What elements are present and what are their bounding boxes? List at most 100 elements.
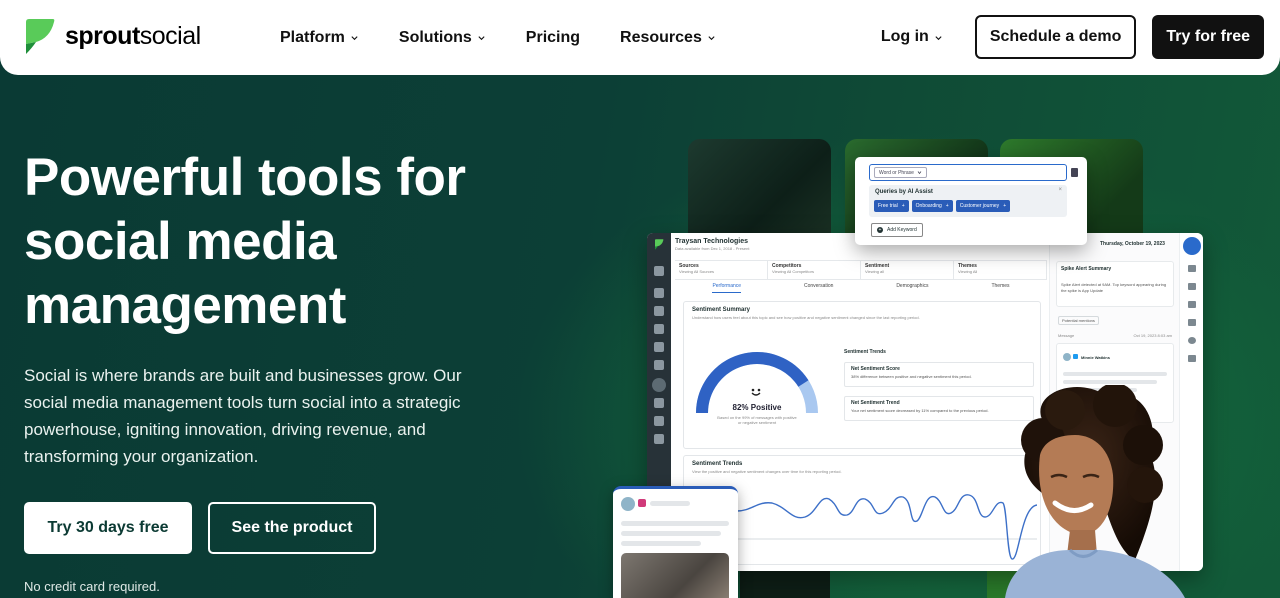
chevron-down-icon (478, 36, 485, 41)
dashboard-title: Traysan Technologies (675, 238, 749, 245)
login-label: Log in (880, 28, 929, 45)
tag-label: Onboarding (915, 203, 942, 209)
tab-performance[interactable]: Performance (712, 283, 742, 293)
mentions-filter[interactable]: Potential mentions (1058, 316, 1099, 325)
filter-sentiment[interactable]: Sentiment Viewing all (861, 261, 954, 279)
tab-demographics[interactable]: Demographics (896, 283, 928, 293)
filter-value: Viewing All (958, 269, 978, 274)
compose-icon[interactable] (1183, 237, 1201, 255)
chevron-down-icon (917, 171, 922, 175)
message-date: Oct 19, 2023 8:03 am (1133, 333, 1172, 338)
net-score-desc: 38% difference between positive and nega… (851, 374, 972, 379)
instagram-icon (638, 499, 646, 507)
login-link[interactable]: Log in (881, 28, 943, 46)
hero-title-line: management (24, 276, 346, 335)
hero-cta-row: Try 30 days free See the product (24, 502, 376, 554)
schedule-demo-button[interactable]: Schedule a demo (974, 15, 1137, 59)
nav-pricing[interactable]: Pricing (526, 29, 580, 47)
query-tag[interactable]: Onboarding + (911, 200, 953, 212)
twitter-icon (1073, 354, 1078, 359)
tab-themes[interactable]: Themes (991, 283, 1009, 293)
try-30-days-button[interactable]: Try 30 days free (24, 502, 192, 554)
filter-sources[interactable]: Sources Viewing All Sources (675, 261, 768, 279)
message-header: Message Oct 19, 2023 8:03 am (1058, 333, 1172, 338)
site-header: sproutsocial Platform Solutions Pricing … (0, 0, 1280, 75)
cloud-icon (654, 416, 664, 426)
dashboard-subtitle: Data available from Dec 1, 2018 - Presen… (675, 246, 750, 251)
plus-box-icon[interactable] (1188, 319, 1196, 326)
text-placeholder (621, 521, 729, 526)
post-image (621, 553, 729, 598)
tab-conversation[interactable]: Conversation (804, 283, 833, 293)
alert-icon[interactable] (1188, 265, 1196, 272)
folder-icon (654, 266, 664, 276)
dashboard-tabs: Performance Conversation Demographics Th… (681, 283, 1041, 293)
query-tag[interactable]: Customer journey + (955, 200, 1011, 212)
inbox-icon (654, 306, 664, 316)
compass-icon (654, 288, 664, 298)
nav-solutions[interactable]: Solutions (399, 29, 486, 47)
plus-icon: + (1003, 203, 1007, 209)
smile-icon (751, 388, 761, 396)
hero-title-line: Powerful tools for (24, 148, 466, 207)
text-placeholder (1063, 372, 1167, 376)
ai-assist-popup: Word or Phrase Queries by AI Assist × Fr… (855, 157, 1087, 245)
avatar (621, 497, 635, 511)
flag-icon[interactable] (1188, 283, 1196, 290)
plus-icon: + (901, 203, 905, 209)
panel-date: Thursday, October 19, 2023 (1100, 241, 1165, 247)
text-placeholder (621, 541, 701, 546)
sprout-leaf-icon (654, 239, 664, 250)
sprout-leaf-icon (26, 19, 55, 54)
hero-title-line: social media (24, 212, 337, 271)
add-keyword-label: Add Keyword (887, 227, 917, 233)
text-placeholder (650, 501, 690, 506)
avatar (1063, 353, 1071, 361)
analytics-icon (654, 398, 664, 408)
plus-icon: + (945, 203, 949, 209)
main-nav: Platform Solutions Pricing Resources (280, 0, 756, 75)
woman-photo (1005, 385, 1185, 598)
card-title: Sentiment Trends (692, 461, 743, 467)
match-type-select[interactable]: Word or Phrase (874, 167, 927, 178)
help-icon[interactable] (1188, 337, 1196, 344)
ai-queries-box: Queries by AI Assist × Free trial + Onboa… (869, 185, 1067, 217)
nav-resources[interactable]: Resources (620, 29, 716, 47)
chevron-down-icon (935, 35, 942, 40)
spike-alert-card: Spike Alert Summary Spike Alert detected… (1056, 261, 1174, 307)
spike-title: Spike Alert Summary (1061, 266, 1112, 272)
chevron-down-icon (351, 36, 358, 41)
card-description: Understand how users feel about this top… (692, 315, 920, 320)
filter-competitors[interactable]: Competitors Viewing All Competitors (768, 261, 861, 279)
card-title: Sentiment Summary (692, 307, 751, 313)
trash-icon[interactable] (1071, 168, 1078, 177)
keyword-input[interactable]: Word or Phrase (869, 164, 1067, 181)
nav-platform[interactable]: Platform (280, 29, 359, 47)
spike-desc: Spike Alert detected at 9AM. Top keyword… (1061, 282, 1167, 293)
message-label: Message (1058, 333, 1075, 338)
nav-label: Pricing (525, 28, 581, 46)
gift-icon (654, 434, 664, 444)
keyboard-icon[interactable] (1188, 355, 1196, 362)
sentiment-trends-label: Sentiment Trends (844, 349, 886, 355)
nav-label: Resources (620, 28, 702, 46)
try-for-free-button[interactable]: Try for free (1152, 15, 1264, 59)
header-actions: Log in Schedule a demo Try for free (881, 15, 1264, 59)
filter-value: Viewing All Competitors (772, 269, 814, 274)
list-icon (654, 342, 664, 352)
net-score-title: Net Sentiment Score (851, 366, 900, 372)
net-score-box: Net Sentiment Score 38% difference betwe… (844, 362, 1034, 387)
no-credit-card-note: No credit card required. (24, 579, 160, 594)
filter-bar: Sources Viewing All Sources Competitors Vi… (675, 260, 1047, 280)
add-keyword-button[interactable]: + Add Keyword (871, 223, 923, 237)
tag-label: Free trial (878, 203, 898, 209)
see-product-button[interactable]: See the product (208, 502, 376, 554)
filter-themes[interactable]: Themes Viewing All (954, 261, 1047, 279)
text-placeholder (1063, 380, 1157, 384)
nav-label: Platform (280, 28, 345, 46)
gauge-anchor (692, 302, 822, 396)
query-tag[interactable]: Free trial + (874, 200, 909, 212)
close-icon[interactable]: × (1058, 187, 1062, 193)
logo[interactable]: sproutsocial (24, 18, 201, 55)
link-icon[interactable] (1188, 301, 1196, 308)
